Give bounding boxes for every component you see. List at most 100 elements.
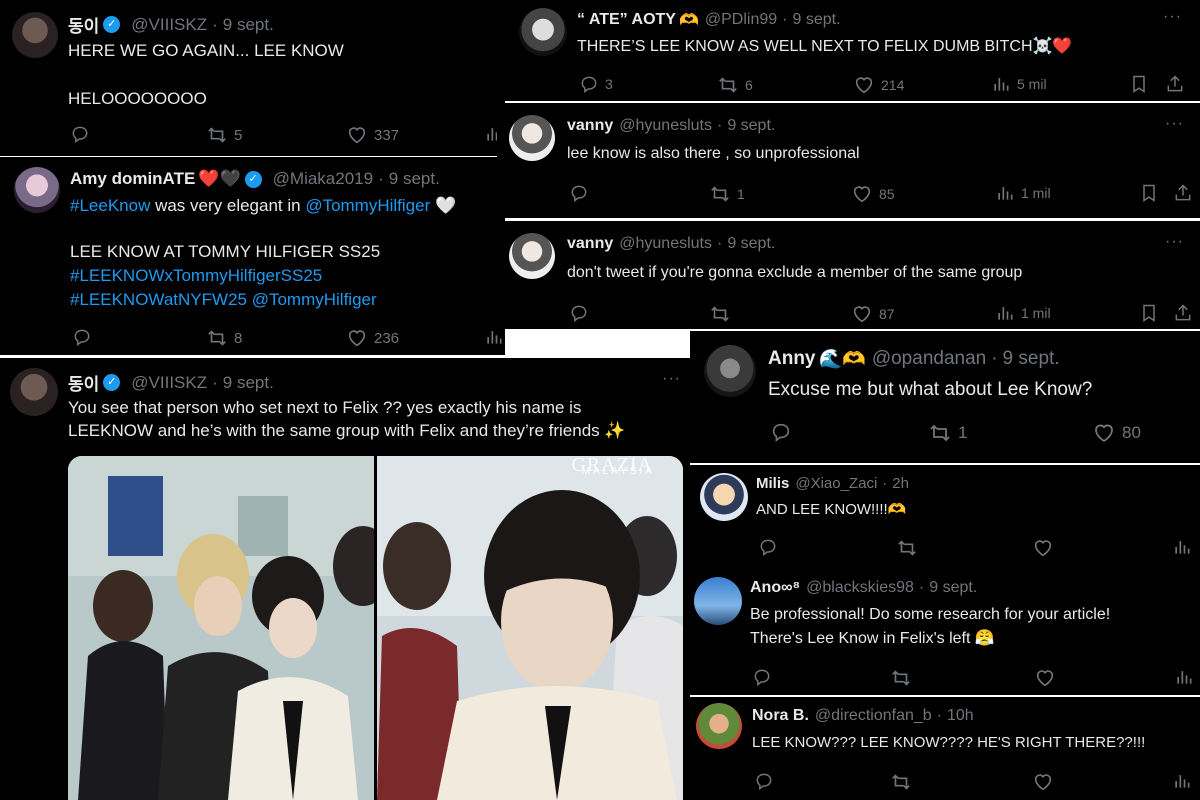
views-button[interactable] xyxy=(1174,667,1194,687)
avatar[interactable] xyxy=(694,577,742,625)
timestamp[interactable]: 9 sept. xyxy=(727,235,775,253)
display-name[interactable]: “ ATE” AOTY xyxy=(577,11,676,29)
handle[interactable]: @blackskies98 xyxy=(806,579,914,597)
bookmark-button[interactable] xyxy=(1139,183,1159,203)
views-button[interactable]: 5 mil xyxy=(991,74,1047,94)
avatar[interactable] xyxy=(519,8,567,56)
like-button[interactable]: 236 xyxy=(346,327,399,349)
reply-button[interactable] xyxy=(758,537,778,557)
share-button[interactable] xyxy=(1173,303,1193,323)
tweet-card[interactable]: Anny 🌊🫶 @opandanan · 9 sept. Excuse me b… xyxy=(690,331,1200,463)
reply-button[interactable] xyxy=(754,771,774,791)
tweet-card[interactable]: 동이 ✓ @VIIISKZ · 9 sept. HERE WE GO AGAIN… xyxy=(0,0,505,156)
views-button[interactable] xyxy=(1172,537,1192,557)
display-name[interactable]: Amy dominATE xyxy=(70,169,195,189)
like-button[interactable]: 85 xyxy=(851,183,895,205)
hashtag-link[interactable]: #LEEKNOWxTommyHilfigerSS25 xyxy=(70,265,322,288)
tweet-card[interactable]: Nora B. @directionfan_b · 10h LEE KNOW??… xyxy=(690,697,1200,800)
retweet-button[interactable]: 1 xyxy=(928,421,967,445)
more-icon[interactable]: ··· xyxy=(1165,115,1184,133)
bookmark-button[interactable] xyxy=(1139,303,1159,323)
retweet-button[interactable]: 8 xyxy=(206,327,242,349)
reply-button[interactable] xyxy=(569,183,589,203)
timestamp[interactable]: 10h xyxy=(947,707,974,725)
avatar[interactable] xyxy=(696,703,742,749)
media-photo[interactable] xyxy=(68,456,374,800)
display-name[interactable]: Nora B. xyxy=(752,707,809,725)
like-button[interactable]: 87 xyxy=(851,303,895,325)
tweet-card[interactable]: Milis @Xiao_Zaci · 2h AND LEE KNOW!!!!🫶 xyxy=(690,465,1200,573)
display-name[interactable]: vanny xyxy=(567,117,613,135)
avatar[interactable] xyxy=(704,345,756,397)
hashtag-link[interactable]: #LEEKNOWatNYFW25 xyxy=(70,290,247,309)
views-button[interactable] xyxy=(1172,771,1192,791)
reply-button[interactable] xyxy=(72,327,92,347)
tweet-card[interactable]: vanny @hyunesluts · 9 sept. ··· don't tw… xyxy=(505,221,1200,329)
display-name[interactable]: Milis xyxy=(756,475,789,492)
timestamp[interactable]: 9 sept. xyxy=(929,579,977,597)
reply-button[interactable]: 3 xyxy=(579,74,613,94)
retweet-button[interactable]: 6 xyxy=(717,74,753,96)
handle[interactable]: @VIIISKZ xyxy=(131,373,207,393)
retweet-button[interactable] xyxy=(890,771,912,793)
timestamp[interactable]: 9 sept. xyxy=(389,169,440,189)
reply-button[interactable] xyxy=(569,303,589,323)
media-photo[interactable]: GRAZIA MALAYSIA xyxy=(377,456,683,800)
handle[interactable]: @hyunesluts xyxy=(619,117,712,135)
display-name[interactable]: vanny xyxy=(567,235,613,253)
views-button[interactable]: 1 mil xyxy=(995,183,1051,203)
like-button[interactable] xyxy=(1034,667,1056,689)
display-name[interactable]: 동이 xyxy=(68,370,99,395)
hashtag-link[interactable]: #LeeKnow xyxy=(70,196,150,215)
timestamp[interactable]: 9 sept. xyxy=(727,117,775,135)
like-button[interactable]: 80 xyxy=(1092,421,1141,445)
handle[interactable]: @hyunesluts xyxy=(619,235,712,253)
display-name[interactable]: 동이 xyxy=(68,12,99,37)
retweet-button[interactable]: 5 xyxy=(206,124,242,146)
mention-link[interactable]: @TommyHilfiger xyxy=(305,196,430,215)
like-button[interactable] xyxy=(1032,771,1054,793)
like-button[interactable] xyxy=(1032,537,1054,559)
mention-link[interactable]: @TommyHilfiger xyxy=(252,290,377,309)
more-icon[interactable]: ··· xyxy=(662,370,681,388)
avatar[interactable] xyxy=(700,473,748,521)
avatar[interactable] xyxy=(12,12,58,58)
views-button[interactable] xyxy=(484,327,504,347)
reply-button[interactable] xyxy=(770,421,792,443)
handle[interactable]: @VIIISKZ xyxy=(131,15,207,35)
timestamp[interactable]: 9 sept. xyxy=(223,15,274,35)
like-button[interactable]: 214 xyxy=(853,74,904,96)
timestamp[interactable]: 9 sept. xyxy=(1003,348,1060,370)
handle[interactable]: @PDlin99 xyxy=(705,11,777,29)
retweet-button[interactable] xyxy=(890,667,912,689)
retweet-button[interactable] xyxy=(709,303,731,325)
handle[interactable]: @Xiao_Zaci xyxy=(795,475,877,492)
like-button[interactable]: 337 xyxy=(346,124,399,146)
more-icon[interactable]: ··· xyxy=(1163,8,1182,26)
reply-button[interactable] xyxy=(752,667,772,687)
tweet-card[interactable]: Ano∞⁸ @blackskies98 · 9 sept. Be profess… xyxy=(690,573,1200,695)
tweet-card[interactable]: Amy dominATE ❤️🖤 ✓ @Miaka2019 · 9 sept. … xyxy=(0,157,505,355)
handle[interactable]: @directionfan_b xyxy=(815,707,932,725)
timestamp[interactable]: 9 sept. xyxy=(223,373,274,393)
tweet-card[interactable]: “ ATE” AOTY 🫶 @PDlin99 · 9 sept. ··· THE… xyxy=(505,0,1200,101)
timestamp[interactable]: 2h xyxy=(892,475,909,492)
avatar[interactable] xyxy=(509,233,555,279)
avatar[interactable] xyxy=(509,115,555,161)
timestamp[interactable]: 9 sept. xyxy=(793,11,841,29)
display-name[interactable]: Anny xyxy=(768,348,816,370)
tweet-card[interactable]: vanny @hyunesluts · 9 sept. ··· lee know… xyxy=(497,103,1200,218)
share-button[interactable] xyxy=(1173,183,1193,203)
reply-button[interactable] xyxy=(70,124,90,144)
share-button[interactable] xyxy=(1165,74,1185,94)
more-icon[interactable]: ··· xyxy=(1165,233,1184,251)
retweet-button[interactable] xyxy=(896,537,918,559)
views-button[interactable]: 1 mil xyxy=(995,303,1051,323)
retweet-button[interactable]: 1 xyxy=(709,183,745,205)
avatar[interactable] xyxy=(14,167,60,213)
handle[interactable]: @opandanan xyxy=(872,348,986,370)
handle[interactable]: @Miaka2019 xyxy=(273,169,373,189)
avatar[interactable] xyxy=(10,368,58,416)
bookmark-button[interactable] xyxy=(1129,74,1149,94)
display-name[interactable]: Ano∞⁸ xyxy=(750,579,800,597)
